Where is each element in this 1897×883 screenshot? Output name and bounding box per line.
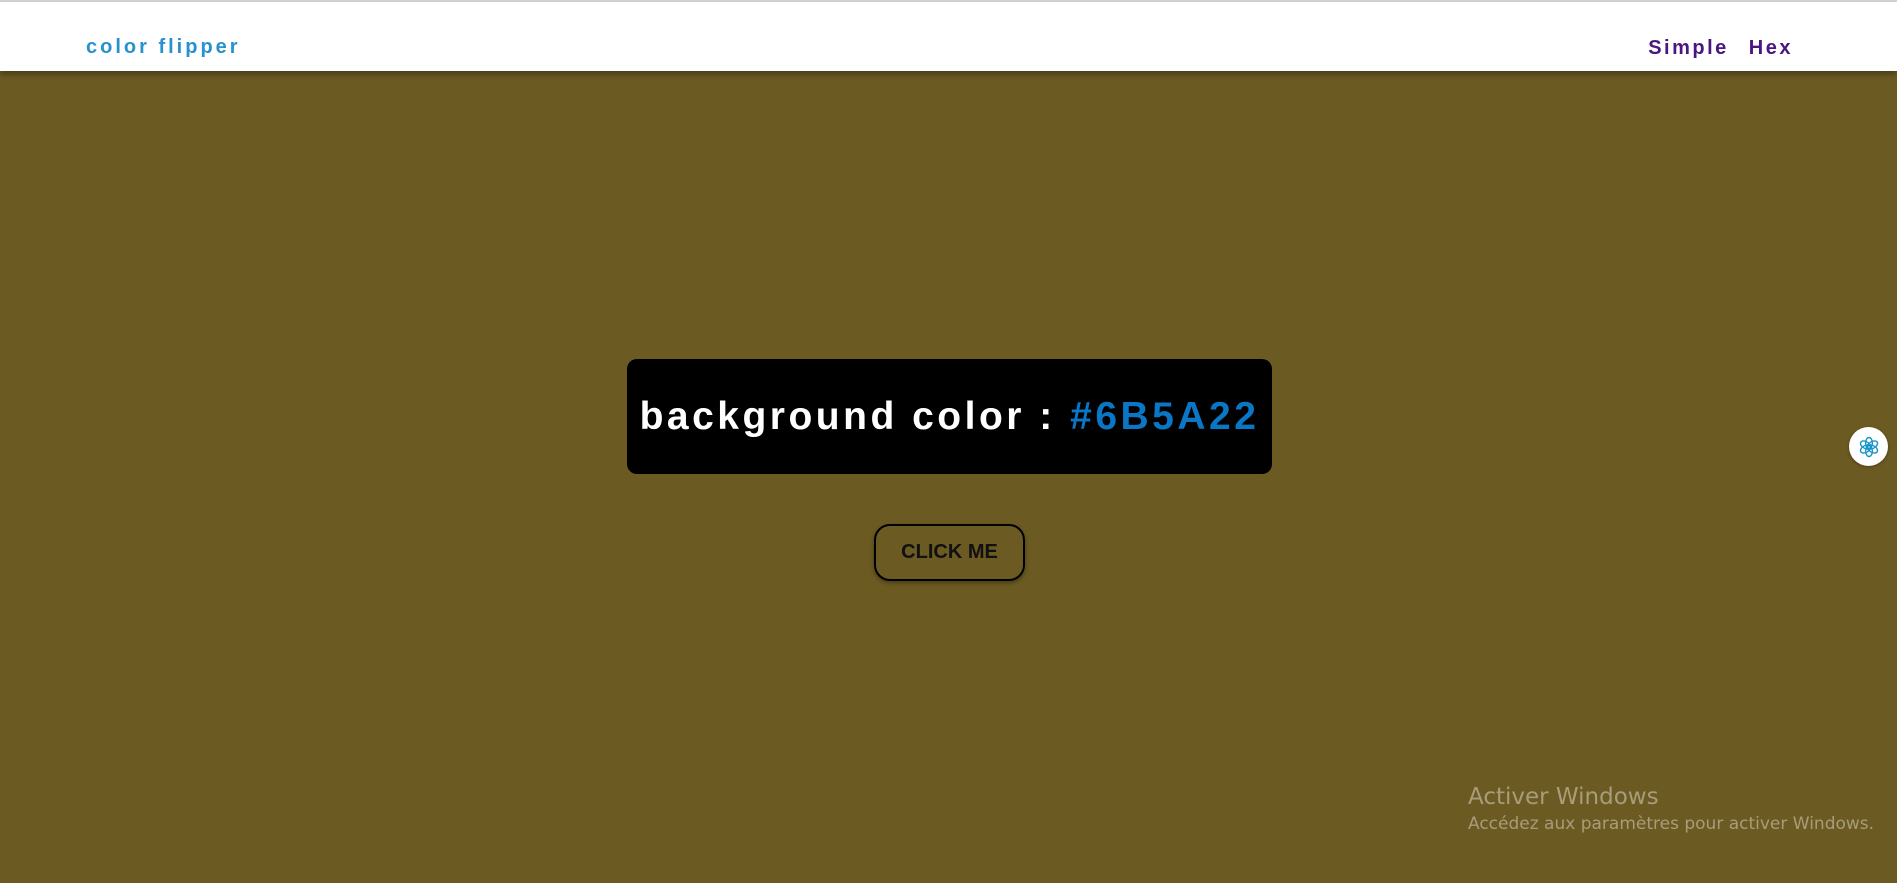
nav-links: Simple Hex	[1648, 36, 1793, 60]
windows-activation-watermark: Activer Windows Accédez aux paramètres p…	[1468, 782, 1874, 836]
nav-link-hex[interactable]: Hex	[1749, 36, 1793, 60]
side-assistant-widget[interactable]	[1849, 427, 1888, 466]
color-display-text: background color : #6B5A22	[640, 395, 1260, 439]
main-area	[0, 71, 1897, 883]
openai-icon	[1859, 436, 1878, 457]
color-display-box: background color : #6B5A22	[627, 359, 1272, 474]
watermark-title: Activer Windows	[1468, 784, 1659, 810]
nav-link-simple[interactable]: Simple	[1648, 36, 1729, 60]
navbar: color flipper Simple Hex	[0, 2, 1897, 71]
color-value: #6B5A22	[1070, 394, 1260, 438]
click-me-button[interactable]: CLICK ME	[874, 524, 1025, 581]
brand-logo-text[interactable]: color flipper	[86, 35, 241, 59]
color-label: background color :	[639, 394, 1071, 438]
watermark-subtitle: Accédez aux paramètres pour activer Wind…	[1468, 814, 1875, 834]
